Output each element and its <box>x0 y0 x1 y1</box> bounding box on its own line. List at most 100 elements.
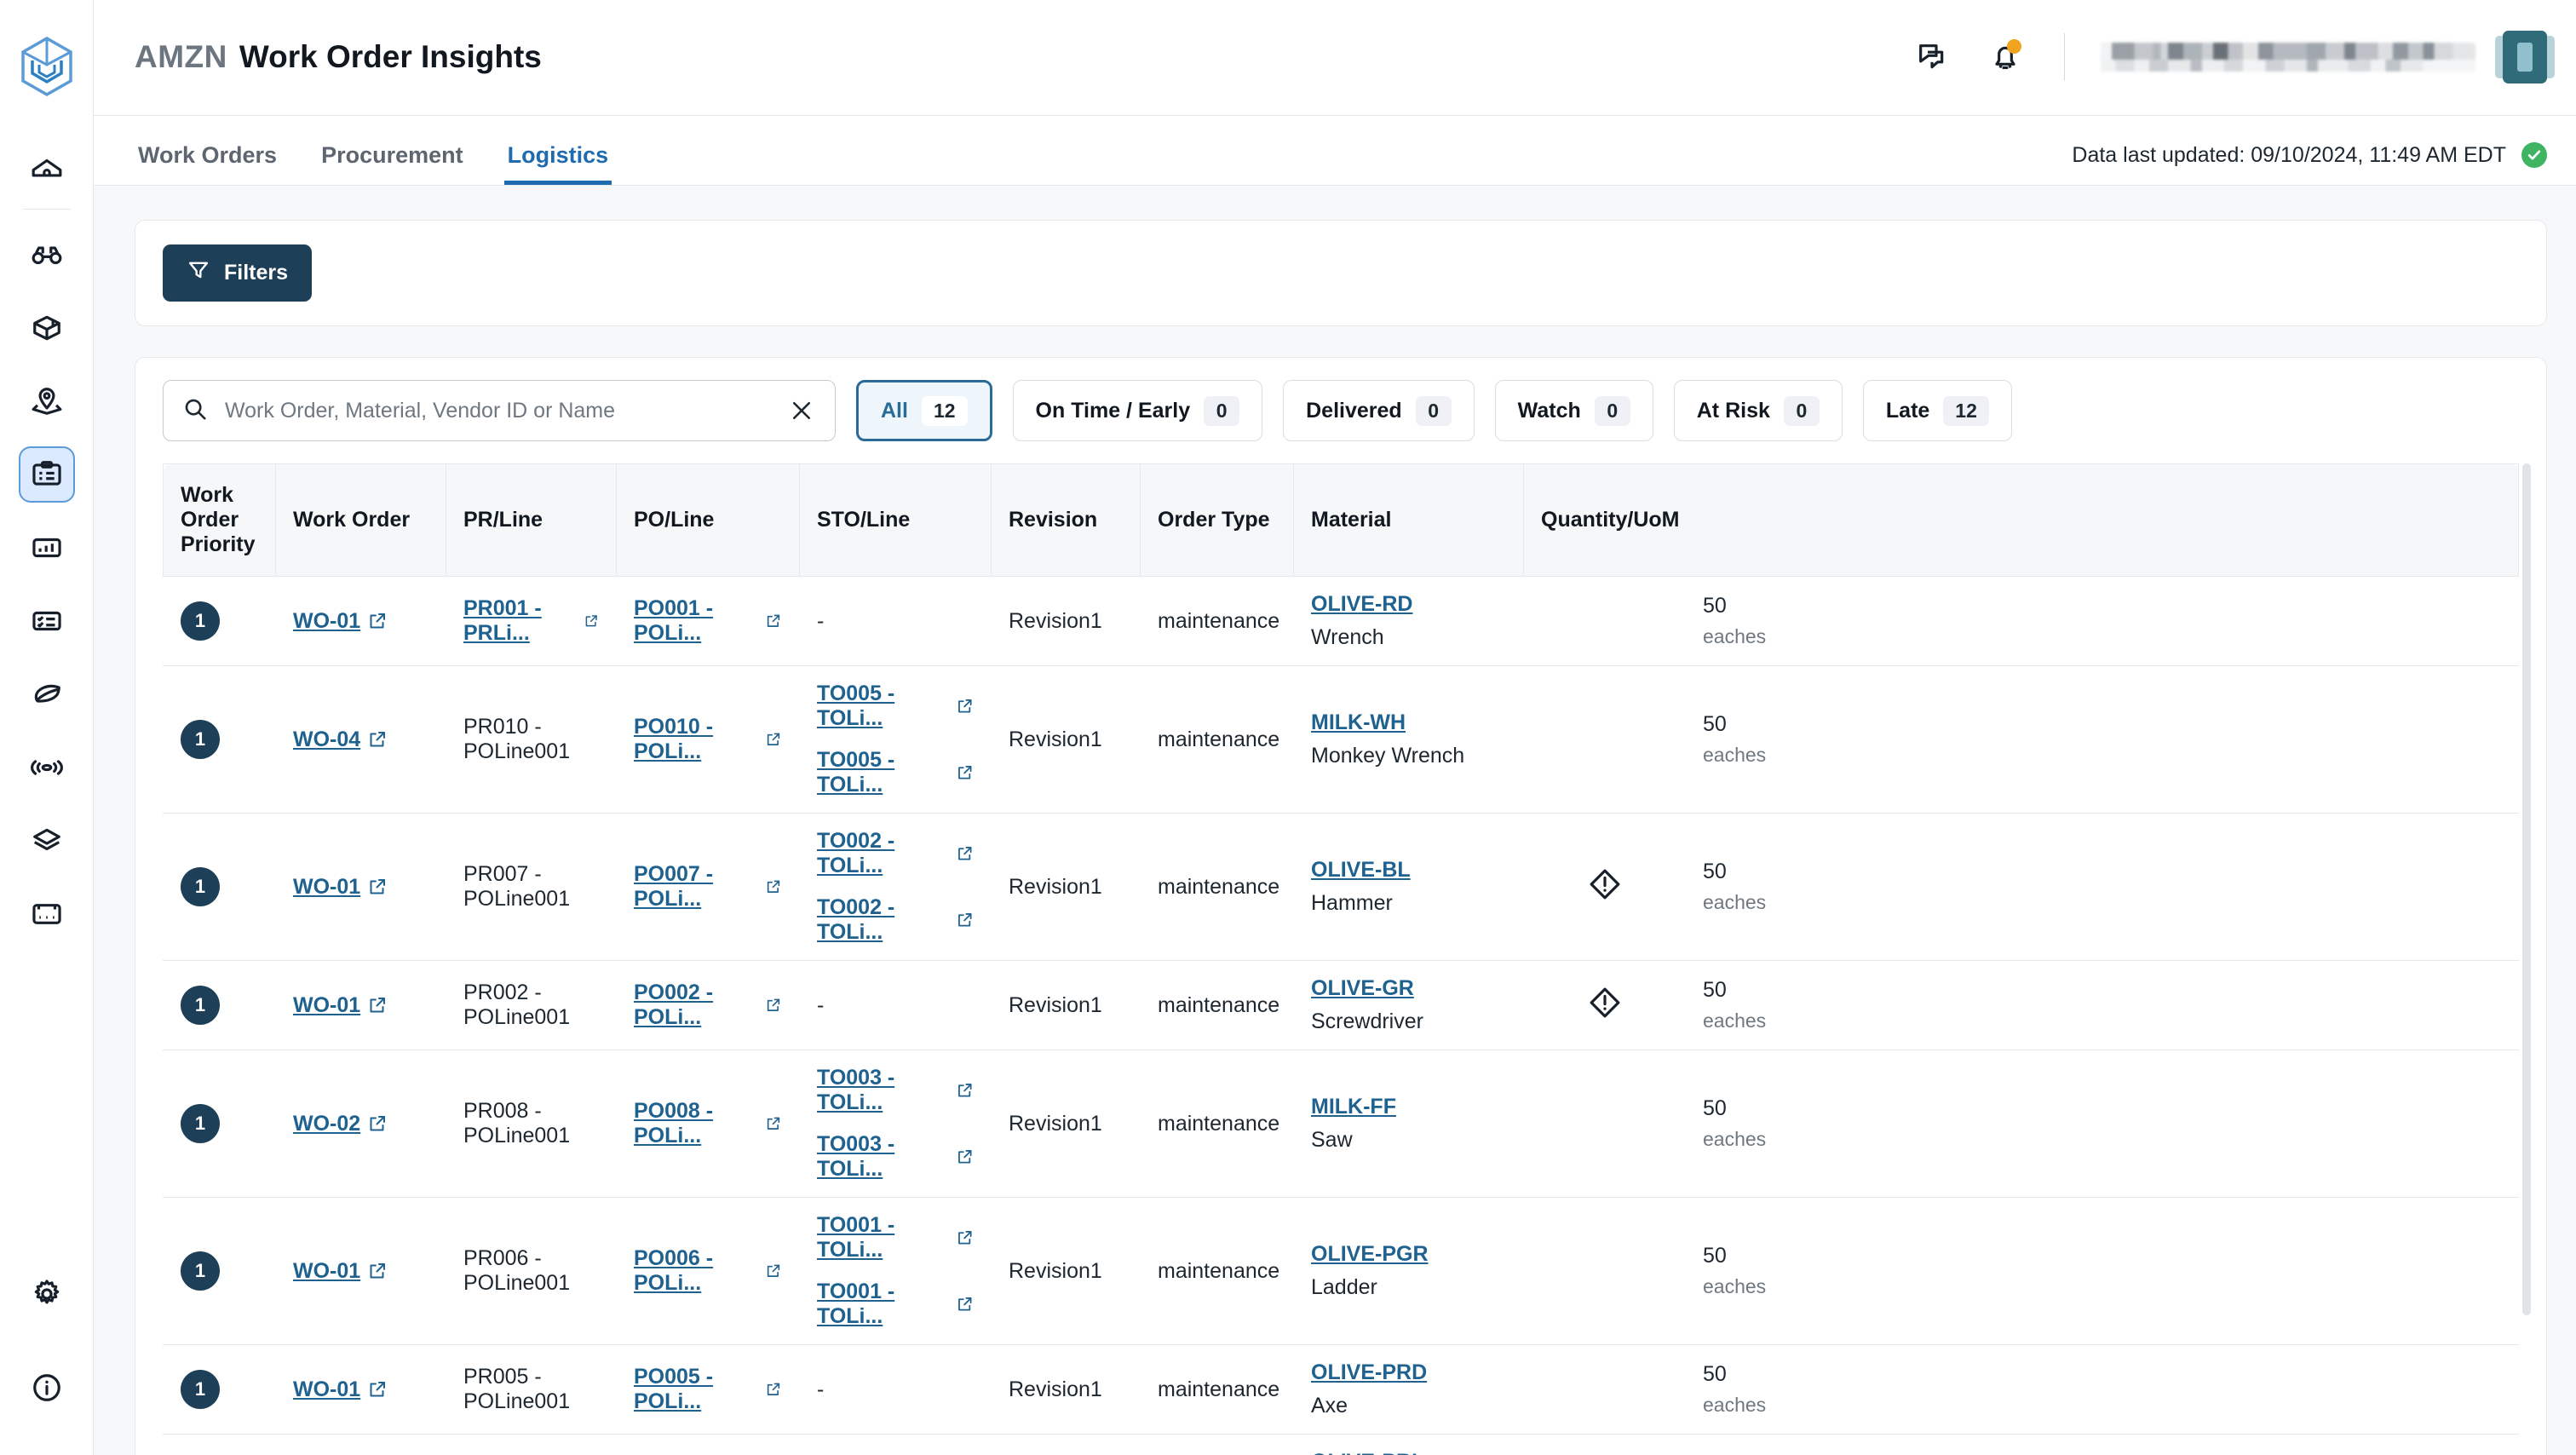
table-row[interactable]: 1 WO-02 PR008 - POLine001 PO008 - POLi..… <box>163 1050 2519 1199</box>
funnel-icon <box>187 258 210 288</box>
tab-logistics[interactable]: Logistics <box>503 144 612 186</box>
sidebar-item-home[interactable] <box>19 141 75 197</box>
po-line-link[interactable]: PO007 - POLi... <box>634 862 782 912</box>
sidebar-item-inventory[interactable] <box>19 300 75 356</box>
pr-line-link[interactable]: PR001 - PRLi... <box>463 596 599 646</box>
sidebar-item-sites[interactable] <box>19 373 75 429</box>
table-header-row: Work Order Priority Work Order PR/Line P… <box>163 463 2519 578</box>
quantity-uom: eaches <box>1703 1009 1767 1032</box>
material-description: Saw <box>1311 1128 1353 1153</box>
sto-line-link[interactable]: TO002 - TOLi... <box>817 829 974 878</box>
cell-revision: Revision1 <box>991 1434 1141 1455</box>
work-order-link[interactable]: WO-01 <box>293 1259 428 1284</box>
po-line-link[interactable]: PO001 - POLi... <box>634 596 782 646</box>
work-order-link[interactable]: WO-01 <box>293 609 428 634</box>
work-order-link[interactable]: WO-04 <box>293 728 428 752</box>
col-order-type[interactable]: Order Type <box>1140 463 1294 578</box>
scrollbar-thumb[interactable] <box>2522 463 2531 1316</box>
warning-alert-icon[interactable] <box>1588 987 1622 1025</box>
cell-pr-line: PR001 - PRLi... <box>446 576 617 667</box>
status-pill-label: At Risk <box>1696 398 1770 423</box>
sidebar-item-reports[interactable] <box>19 886 75 942</box>
po-line-link[interactable]: PO005 - POLi... <box>634 1365 782 1414</box>
status-pill-watch[interactable]: Watch 0 <box>1494 380 1653 442</box>
avatar[interactable] <box>2495 31 2555 84</box>
sto-line-link[interactable]: TO003 - TOLi... <box>817 1132 974 1182</box>
material-link[interactable]: OLIVE-PBL <box>1311 1450 1424 1455</box>
cell-material: OLIVE-BL Hammer <box>1293 813 1524 962</box>
cell-po-line: PO008 - POLi... <box>616 1050 800 1199</box>
table-row[interactable]: 1 WO-01 PR007 - POLine001 PO007 - POLi..… <box>163 813 2519 962</box>
material-link[interactable]: OLIVE-BL <box>1311 858 1411 883</box>
work-order-link[interactable]: WO-01 <box>293 875 428 900</box>
material-link[interactable]: OLIVE-RD <box>1311 592 1412 617</box>
cell-revision: Revision1 <box>991 576 1141 667</box>
po-line-link[interactable]: PO006 - POLi... <box>634 1246 782 1296</box>
status-pill-on-time-early[interactable]: On Time / Early 0 <box>1012 380 1263 442</box>
col-work-order[interactable]: Work Order <box>275 463 446 578</box>
col-revision[interactable]: Revision <box>991 463 1141 578</box>
status-pill-label: Late <box>1885 398 1930 423</box>
app-logo-icon[interactable] <box>0 0 94 132</box>
cell-sto-line: - <box>799 1434 992 1455</box>
table-row[interactable]: 1 WO-04 PR010 - POLine001 PO010 - POLi..… <box>163 665 2519 814</box>
sidebar-item-work-order-insights[interactable] <box>18 446 75 503</box>
work-order-link[interactable]: WO-01 <box>293 1377 428 1402</box>
warning-alert-icon[interactable] <box>1588 869 1622 906</box>
work-order-link[interactable]: WO-02 <box>293 1112 428 1136</box>
table-row[interactable]: 1 WO-01 PR002 - POLine001 PO002 - POLi..… <box>163 960 2519 1051</box>
cell-po-line: PO001 - POLi... <box>616 576 800 667</box>
col-po-line[interactable]: PO/Line <box>616 463 800 578</box>
table-row[interactable]: 1 WO-01 PR006 - POLine001 PO006 - POLi..… <box>163 1197 2519 1346</box>
sto-line-link[interactable]: TO002 - TOLi... <box>817 895 974 945</box>
sidebar-item-monitoring[interactable] <box>19 739 75 796</box>
status-pill-count: 0 <box>1783 395 1820 426</box>
sidebar-item-sustainability[interactable] <box>19 666 75 722</box>
bell-icon[interactable] <box>1982 34 2028 80</box>
material-link[interactable]: MILK-FF <box>1311 1095 1396 1119</box>
sidebar-item-discover[interactable] <box>19 227 75 283</box>
status-pill-delivered[interactable]: Delivered 0 <box>1283 380 1475 442</box>
material-description: Monkey Wrench <box>1311 744 1465 768</box>
col-quantity-uom[interactable]: Quantity/UoM <box>1523 463 2519 578</box>
status-pill-at-risk[interactable]: At Risk 0 <box>1673 380 1843 442</box>
sidebar-item-tasks[interactable] <box>19 593 75 649</box>
cell-material: OLIVE-RD Wrench <box>1293 576 1524 667</box>
col-work-order-priority[interactable]: Work Order Priority <box>163 463 276 578</box>
search-input[interactable] <box>225 398 770 423</box>
material-link[interactable]: OLIVE-PRD <box>1311 1360 1427 1385</box>
sto-line-link[interactable]: TO005 - TOLi... <box>817 681 974 731</box>
table-row[interactable]: 1 WO-01 PR003 - POLine001 PO003 - POLi..… <box>163 1434 2519 1455</box>
tab-work-orders[interactable]: Work Orders <box>135 144 280 185</box>
sto-line-link[interactable]: TO005 - TOLi... <box>817 748 974 797</box>
filters-button[interactable]: Filters <box>163 244 313 302</box>
col-pr-line[interactable]: PR/Line <box>446 463 617 578</box>
status-pill-all[interactable]: All 12 <box>856 380 992 442</box>
sto-line-link[interactable]: TO001 - TOLi... <box>817 1213 974 1262</box>
status-pill-late[interactable]: Late 12 <box>1862 380 2012 442</box>
close-icon[interactable] <box>787 396 816 425</box>
vertical-scrollbar[interactable] <box>2522 463 2531 1455</box>
col-sto-line[interactable]: STO/Line <box>799 463 992 578</box>
sidebar-item-settings[interactable] <box>19 1266 75 1322</box>
material-link[interactable]: MILK-WH <box>1311 710 1406 735</box>
po-line-link[interactable]: PO002 - POLi... <box>634 981 782 1030</box>
sidebar-item-layers[interactable] <box>19 813 75 869</box>
work-order-link[interactable]: WO-01 <box>293 993 428 1018</box>
table-row[interactable]: 1 WO-01 PR001 - PRLi... PO001 - POLi... … <box>163 576 2519 667</box>
col-material[interactable]: Material <box>1293 463 1524 578</box>
cell-pr-line: PR007 - POLine001 <box>446 813 617 962</box>
table-row[interactable]: 1 WO-01 PR005 - POLine001 PO005 - POLi..… <box>163 1344 2519 1435</box>
material-link[interactable]: OLIVE-GR <box>1311 976 1414 1001</box>
sidebar-item-help[interactable] <box>19 1360 75 1416</box>
po-line-link[interactable]: PO008 - POLi... <box>634 1099 782 1148</box>
material-link[interactable]: OLIVE-PGR <box>1311 1242 1429 1267</box>
sto-line-link[interactable]: TO001 - TOLi... <box>817 1280 974 1329</box>
sto-line-link[interactable]: TO003 - TOLi... <box>817 1066 974 1115</box>
sidebar-item-analytics[interactable] <box>19 520 75 576</box>
chat-feedback-icon[interactable] <box>1909 34 1955 80</box>
search-box[interactable] <box>163 380 836 442</box>
check-circle-icon <box>2521 142 2547 169</box>
po-line-link[interactable]: PO010 - POLi... <box>634 715 782 764</box>
tab-procurement[interactable]: Procurement <box>318 144 467 185</box>
